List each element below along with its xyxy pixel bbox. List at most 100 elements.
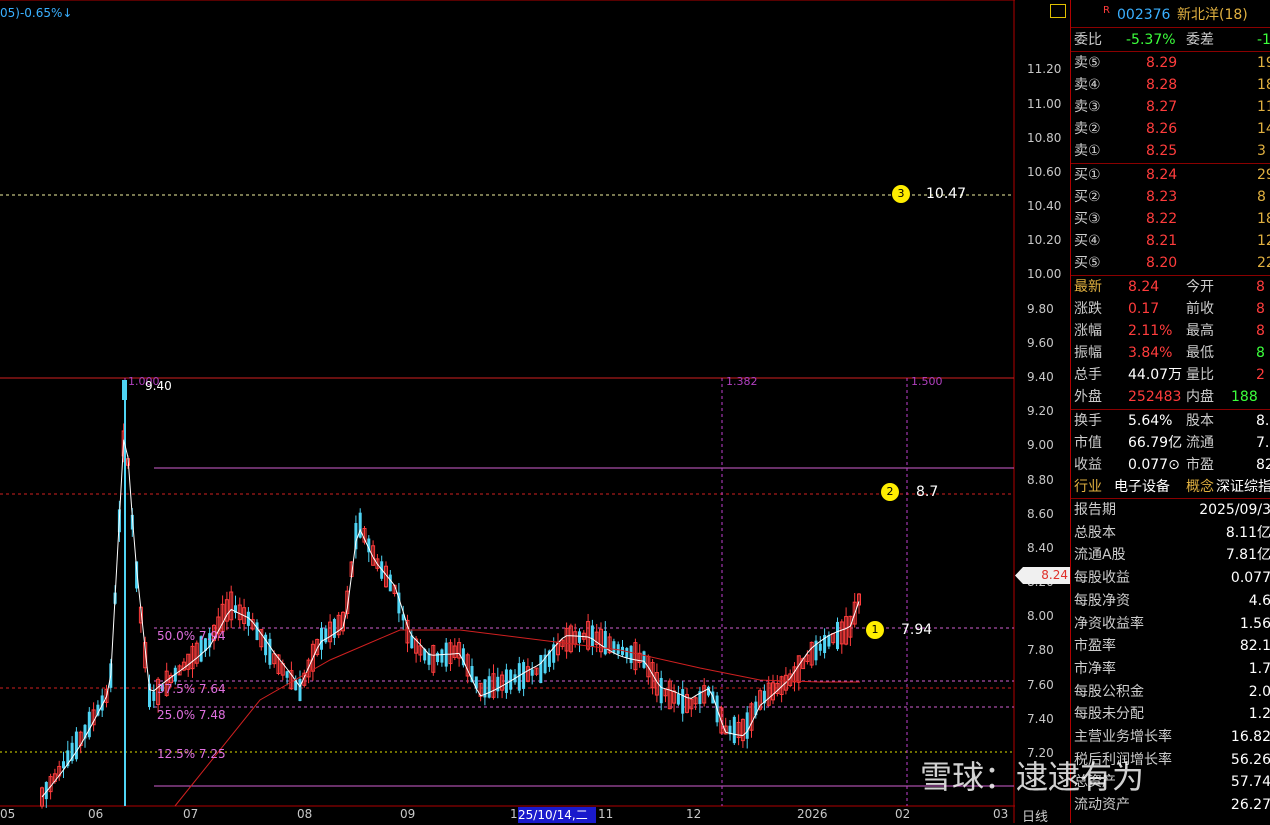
marker-3-value: 10.47 — [926, 186, 967, 202]
book-volume: 3 — [1257, 143, 1266, 159]
candle-body-down — [62, 761, 65, 769]
quote-label: 前收 — [1186, 301, 1214, 317]
quote-label: 最低 — [1186, 345, 1214, 361]
book-label: 卖④ — [1074, 77, 1101, 93]
finance-label: 每股净资 — [1074, 592, 1130, 609]
finance-row: 每股收益 0.077 — [1071, 567, 1270, 589]
finance-row: 主营业务增长率 16.82 — [1071, 726, 1270, 748]
industry-row: 行业 电子设备 概念 深证综指 — [1071, 476, 1270, 498]
finance-value: 26.27 — [1230, 797, 1270, 814]
candle-body-down — [578, 631, 581, 643]
quote-row: 外盘 252483 内盘 188 — [1071, 386, 1270, 408]
quote-label: 股本 — [1186, 413, 1214, 429]
quote-row: 换手 5.64% 股本 8.1 — [1071, 410, 1270, 432]
fib-label-25: 25.0% 7.48 — [157, 708, 226, 722]
candle-body-down — [152, 691, 156, 701]
book-price: 8.22 — [1146, 211, 1178, 227]
book-volume: 18 — [1257, 77, 1270, 93]
candle-body-down — [320, 627, 323, 650]
quote-label: 最高 — [1186, 323, 1214, 339]
quote-value: 188 — [1231, 389, 1258, 405]
candle-body-down — [836, 621, 839, 650]
quote-value: 8.1 — [1256, 413, 1270, 429]
candle-body-down — [745, 712, 749, 739]
price-tick: 10.80 — [1027, 130, 1062, 145]
price-tick: 8.60 — [1027, 506, 1054, 521]
bid-row[interactable]: 买② 8.23 8 — [1071, 186, 1270, 208]
quote-value: 0.077⊙ — [1128, 457, 1180, 473]
ask-row[interactable]: 卖③ 8.27 11 — [1071, 96, 1270, 118]
book-label: 买② — [1074, 189, 1101, 205]
candle-body-down — [612, 641, 616, 653]
finance-row: 流通A股 7.81亿 — [1071, 544, 1270, 566]
quote-label: 流通 — [1186, 435, 1214, 451]
bid-row[interactable]: 买④ 8.21 12 — [1071, 230, 1270, 252]
book-price: 8.25 — [1146, 143, 1178, 159]
ask-row[interactable]: 卖① 8.25 3 — [1071, 140, 1270, 162]
finance-row: 市盈率 82.1 — [1071, 635, 1270, 657]
book-price: 8.24 — [1146, 167, 1178, 183]
fib-top-1382: 1.382 — [726, 375, 758, 388]
price-tick: 9.60 — [1027, 335, 1054, 350]
period-daily-button[interactable]: 日线 — [1022, 806, 1048, 825]
finance-row: 每股未分配 1.2 — [1071, 703, 1270, 725]
candle-body-down — [590, 625, 594, 647]
marker-2[interactable]: 2 — [881, 483, 899, 501]
industry-value[interactable]: 电子设备 — [1114, 476, 1170, 498]
indicator-text: 05)-0.65%↓ — [0, 6, 73, 20]
marker-1[interactable]: 1 — [866, 621, 884, 639]
candle-body-down — [332, 619, 336, 638]
candlestick-chart[interactable] — [0, 0, 1015, 823]
book-label: 卖① — [1074, 143, 1101, 159]
book-price: 8.26 — [1146, 121, 1178, 137]
price-tick: 11.00 — [1027, 96, 1062, 111]
finance-value: 0.077 — [1230, 570, 1270, 587]
time-tick: 12 — [686, 807, 702, 821]
time-tick: 06 — [88, 807, 104, 821]
stock-name: 新北洋(18) — [1177, 7, 1248, 23]
bid-row[interactable]: 买③ 8.22 18 — [1071, 208, 1270, 230]
candle-body-down — [436, 652, 440, 663]
ask-row[interactable]: 卖④ 8.28 18 — [1071, 74, 1270, 96]
quote-value: 8 — [1256, 301, 1265, 317]
time-tick: 09 — [400, 807, 416, 821]
price-tick: 9.00 — [1027, 438, 1054, 453]
price-tick: 10.20 — [1027, 233, 1062, 248]
quote-label: 涨幅 — [1074, 323, 1102, 339]
quote-value: 66.79亿 — [1128, 435, 1183, 451]
book-price: 8.27 — [1146, 99, 1178, 115]
fib-label-37: 37.5% 7.64 — [157, 682, 226, 696]
candle-body-down — [616, 644, 620, 654]
marker-3[interactable]: 3 — [892, 185, 910, 203]
finance-value: 82.1 — [1239, 638, 1270, 655]
finance-row: 报告期 2025/09/3 — [1071, 499, 1270, 521]
finance-value: 16.82 — [1230, 729, 1270, 745]
finance-row: 净资收益率 1.56 — [1071, 613, 1270, 635]
candle-body-down — [530, 669, 534, 676]
ask-row[interactable]: 卖② 8.26 14 — [1071, 118, 1270, 140]
price-tick: 7.80 — [1027, 643, 1054, 658]
book-volume: 14 — [1257, 121, 1270, 137]
book-label: 卖② — [1074, 121, 1101, 137]
finance-label: 流通A股 — [1074, 547, 1126, 564]
candle-body-down — [603, 630, 607, 655]
order-ratio-row: 委比 -5.37% 委差 -16 — [1071, 29, 1270, 51]
price-tick: 8.40 — [1027, 540, 1054, 555]
ma-short-line — [41, 439, 860, 798]
fib-label-50: 50.0% 7.94 — [157, 629, 226, 643]
book-volume: 19 — [1257, 55, 1270, 71]
book-price: 8.29 — [1146, 55, 1178, 71]
bid-row[interactable]: 买① 8.24 29 — [1071, 164, 1270, 186]
candle-body-down — [522, 662, 526, 689]
book-label: 买① — [1074, 167, 1101, 183]
order-diff-value: -16 — [1257, 32, 1270, 48]
candle-body-down — [487, 676, 491, 698]
ask-row[interactable]: 卖⑤ 8.29 19 — [1071, 52, 1270, 74]
book-label: 买⑤ — [1074, 255, 1101, 271]
finance-value: 2.0 — [1248, 683, 1270, 700]
quote-row: 涨幅 2.11% 最高 8 — [1071, 320, 1270, 342]
concept-value[interactable]: 深证综指 — [1216, 476, 1270, 498]
bid-row[interactable]: 买⑤ 8.20 22 — [1071, 252, 1270, 274]
price-tick: 9.20 — [1027, 404, 1054, 419]
finance-label: 每股公积金 — [1074, 683, 1144, 700]
